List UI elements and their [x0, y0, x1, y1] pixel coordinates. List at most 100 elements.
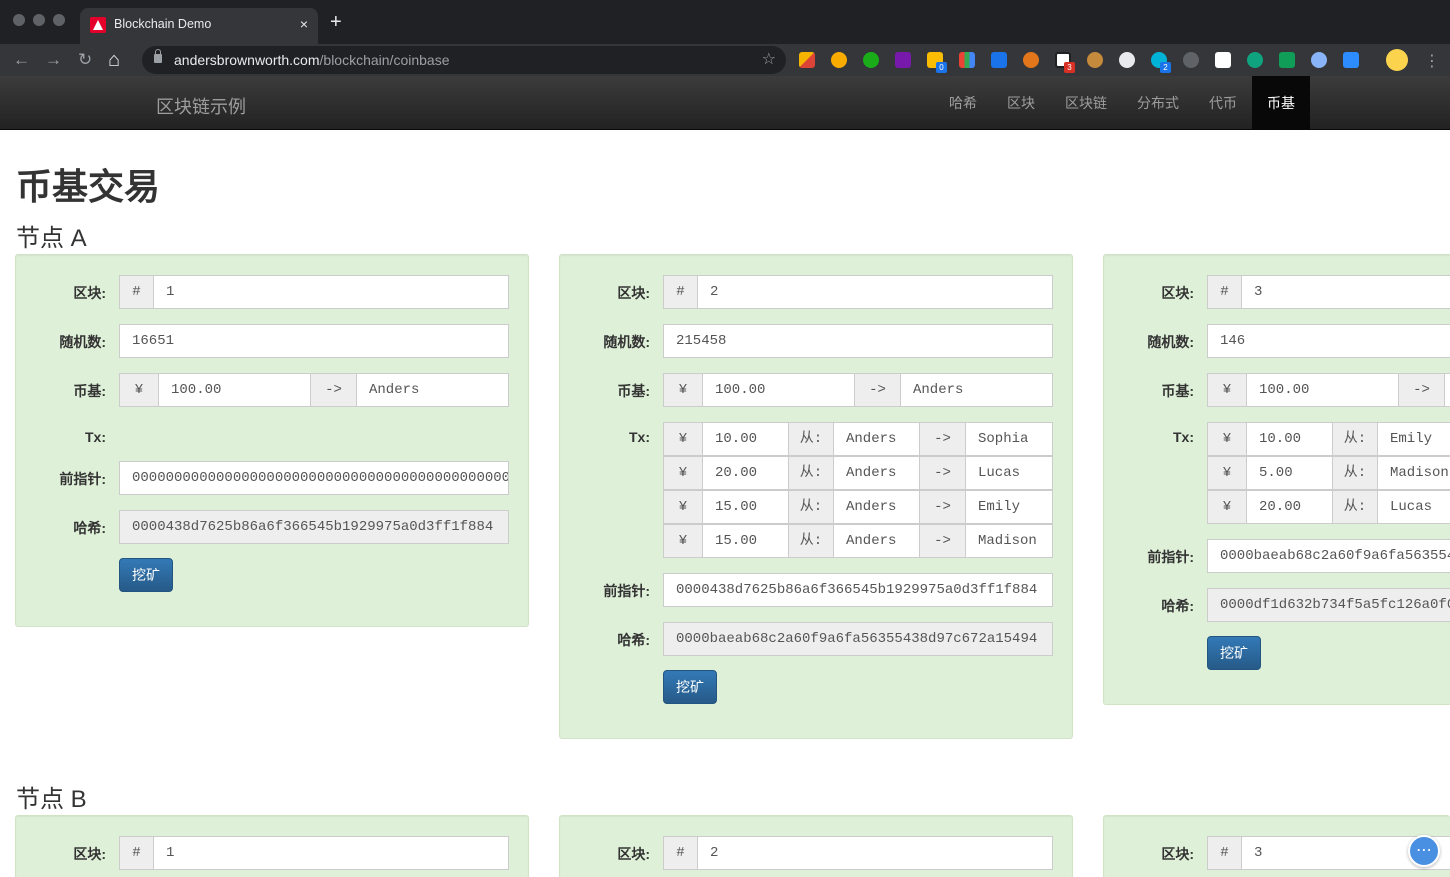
nav-hash[interactable]: 哈希 [934, 76, 992, 130]
nav-block[interactable]: 区块 [992, 76, 1050, 130]
prev-hash-input[interactable]: 0000438d7625b86a6f366545b1929975a0d3ff1f… [663, 573, 1053, 607]
currency-addon: ¥ [663, 373, 703, 407]
tx-from-input[interactable]: Anders [833, 422, 920, 456]
metamask-extension-icon[interactable] [1023, 52, 1039, 68]
from-addon: 从: [788, 422, 834, 456]
nonce-input[interactable]: 16651 [119, 324, 509, 358]
extension-icon[interactable] [1279, 52, 1295, 68]
tx-from-input[interactable]: Anders [833, 456, 920, 490]
prev-hash-input[interactable]: 0000000000000000000000000000000000000000… [119, 461, 509, 495]
tx-amount-input[interactable]: 15.00 [702, 490, 789, 524]
tab-title: Blockchain Demo [114, 17, 212, 31]
tx-from-input[interactable]: Madison [1377, 456, 1450, 490]
block-number-input[interactable]: 2 [697, 836, 1053, 870]
profile-avatar[interactable] [1386, 49, 1408, 71]
coinbase-to-input[interactable] [1444, 373, 1450, 407]
tx-from-input[interactable]: Emily [1377, 422, 1450, 456]
hash-label: 哈希: [617, 632, 650, 648]
block-card: 区块: # 2 随机数: 215458 币基: ¥ 100.00 -> Ande… [559, 254, 1073, 739]
reload-button[interactable]: ↻ [78, 48, 92, 72]
hash-sign-addon: # [1207, 836, 1242, 870]
tx-amount-input[interactable]: 20.00 [1246, 490, 1333, 524]
arrow-addon: -> [1398, 373, 1445, 407]
prev-hash-input[interactable]: 0000baeab68c2a60f9a6fa563554 [1207, 539, 1450, 573]
window-minimize-dot[interactable] [33, 14, 45, 26]
tx-amount-input[interactable]: 15.00 [702, 524, 789, 558]
wechat-extension-icon[interactable] [863, 52, 879, 68]
extension-icon[interactable] [1311, 52, 1327, 68]
extension-icon[interactable] [1119, 52, 1135, 68]
block-number-input[interactable]: 2 [697, 275, 1053, 309]
mine-button[interactable]: 挖矿 [1207, 636, 1261, 670]
block-label: 区块: [617, 285, 650, 301]
eye-extension-icon[interactable] [1183, 52, 1199, 68]
site-brand[interactable]: 区块链示例 [156, 93, 246, 119]
browser-titlebar: Blockchain Demo × + [0, 0, 1450, 44]
tab-close-icon[interactable]: × [300, 16, 308, 32]
new-tab-button[interactable]: + [330, 12, 342, 32]
extension-icon[interactable] [959, 52, 975, 68]
back-button[interactable]: ← [13, 48, 30, 72]
chat-widget-icon[interactable] [1408, 835, 1440, 867]
extension-icon[interactable] [1247, 52, 1263, 68]
zoom-extension-icon[interactable] [1343, 52, 1359, 68]
block-number-input[interactable]: 3 [1241, 275, 1450, 309]
block-number-input[interactable]: 1 [153, 275, 509, 309]
onenote-extension-icon[interactable] [895, 52, 911, 68]
browser-tab[interactable]: Blockchain Demo × [80, 8, 318, 44]
coinbase-to-input[interactable]: Anders [356, 373, 509, 407]
tx-from-input[interactable]: Anders [833, 524, 920, 558]
extension-badge: 2 [1160, 62, 1171, 73]
tx-label: Tx: [629, 429, 650, 445]
block-label: 区块: [73, 285, 106, 301]
tx-amount-input[interactable]: 10.00 [1246, 422, 1333, 456]
tx-to-input[interactable]: Lucas [965, 456, 1053, 490]
tx-to-input[interactable]: Sophia [965, 422, 1053, 456]
hash-output: 0000baeab68c2a60f9a6fa56355438d97c672a15… [663, 622, 1053, 656]
extension-icon[interactable] [1215, 52, 1231, 68]
tx-amount-input[interactable]: 20.00 [702, 456, 789, 490]
coinbase-amount-input[interactable]: 100.00 [702, 373, 855, 407]
address-bar[interactable]: andersbrownworth.com/blockchain/coinbase… [142, 46, 786, 74]
block-number-input[interactable]: 1 [153, 836, 509, 870]
currency-addon: ¥ [663, 490, 703, 524]
currency-addon: ¥ [663, 422, 703, 456]
menu-icon[interactable]: ⋮ [1424, 51, 1440, 71]
currency-addon: ¥ [1207, 373, 1247, 407]
tx-amount-input[interactable]: 5.00 [1246, 456, 1333, 490]
bookmark-star-icon[interactable]: ☆ [762, 49, 776, 69]
nav-distributed[interactable]: 分布式 [1122, 76, 1194, 130]
extension-icon[interactable] [799, 52, 815, 68]
cookie-extension-icon[interactable] [1087, 52, 1103, 68]
window-zoom-dot[interactable] [53, 14, 65, 26]
home-button[interactable]: ⌂ [108, 48, 120, 72]
page-title: 币基交易 [16, 166, 161, 207]
mine-button[interactable]: 挖矿 [663, 670, 717, 704]
coinbase-amount-input[interactable]: 100.00 [158, 373, 311, 407]
forward-button[interactable]: → [45, 48, 62, 72]
tx-amount-input[interactable]: 10.00 [702, 422, 789, 456]
window-close-dot[interactable] [13, 14, 25, 26]
node-b-title: 节点 B [16, 786, 87, 813]
nav-tokens[interactable]: 代币 [1194, 76, 1252, 130]
translate-extension-icon[interactable] [991, 52, 1007, 68]
nonce-input[interactable]: 146 [1207, 324, 1450, 358]
from-addon: 从: [1332, 422, 1378, 456]
mine-button[interactable]: 挖矿 [119, 558, 173, 592]
tx-to-input[interactable]: Madison [965, 524, 1053, 558]
nonce-label: 随机数: [603, 334, 650, 350]
tx-to-input[interactable]: Emily [965, 490, 1053, 524]
currency-addon: ¥ [1207, 422, 1247, 456]
nav-coinbase[interactable]: 币基 [1252, 76, 1310, 130]
nav-blockchain[interactable]: 区块链 [1050, 76, 1122, 130]
tx-from-input[interactable]: Lucas [1377, 490, 1450, 524]
block-label: 区块: [617, 846, 650, 862]
extension-icon[interactable] [831, 52, 847, 68]
currency-addon: ¥ [663, 456, 703, 490]
arrow-addon: -> [854, 373, 901, 407]
coinbase-label: 币基: [1161, 383, 1194, 399]
tx-from-input[interactable]: Anders [833, 490, 920, 524]
coinbase-amount-input[interactable]: 100.00 [1246, 373, 1399, 407]
nonce-input[interactable]: 215458 [663, 324, 1053, 358]
coinbase-to-input[interactable]: Anders [900, 373, 1053, 407]
